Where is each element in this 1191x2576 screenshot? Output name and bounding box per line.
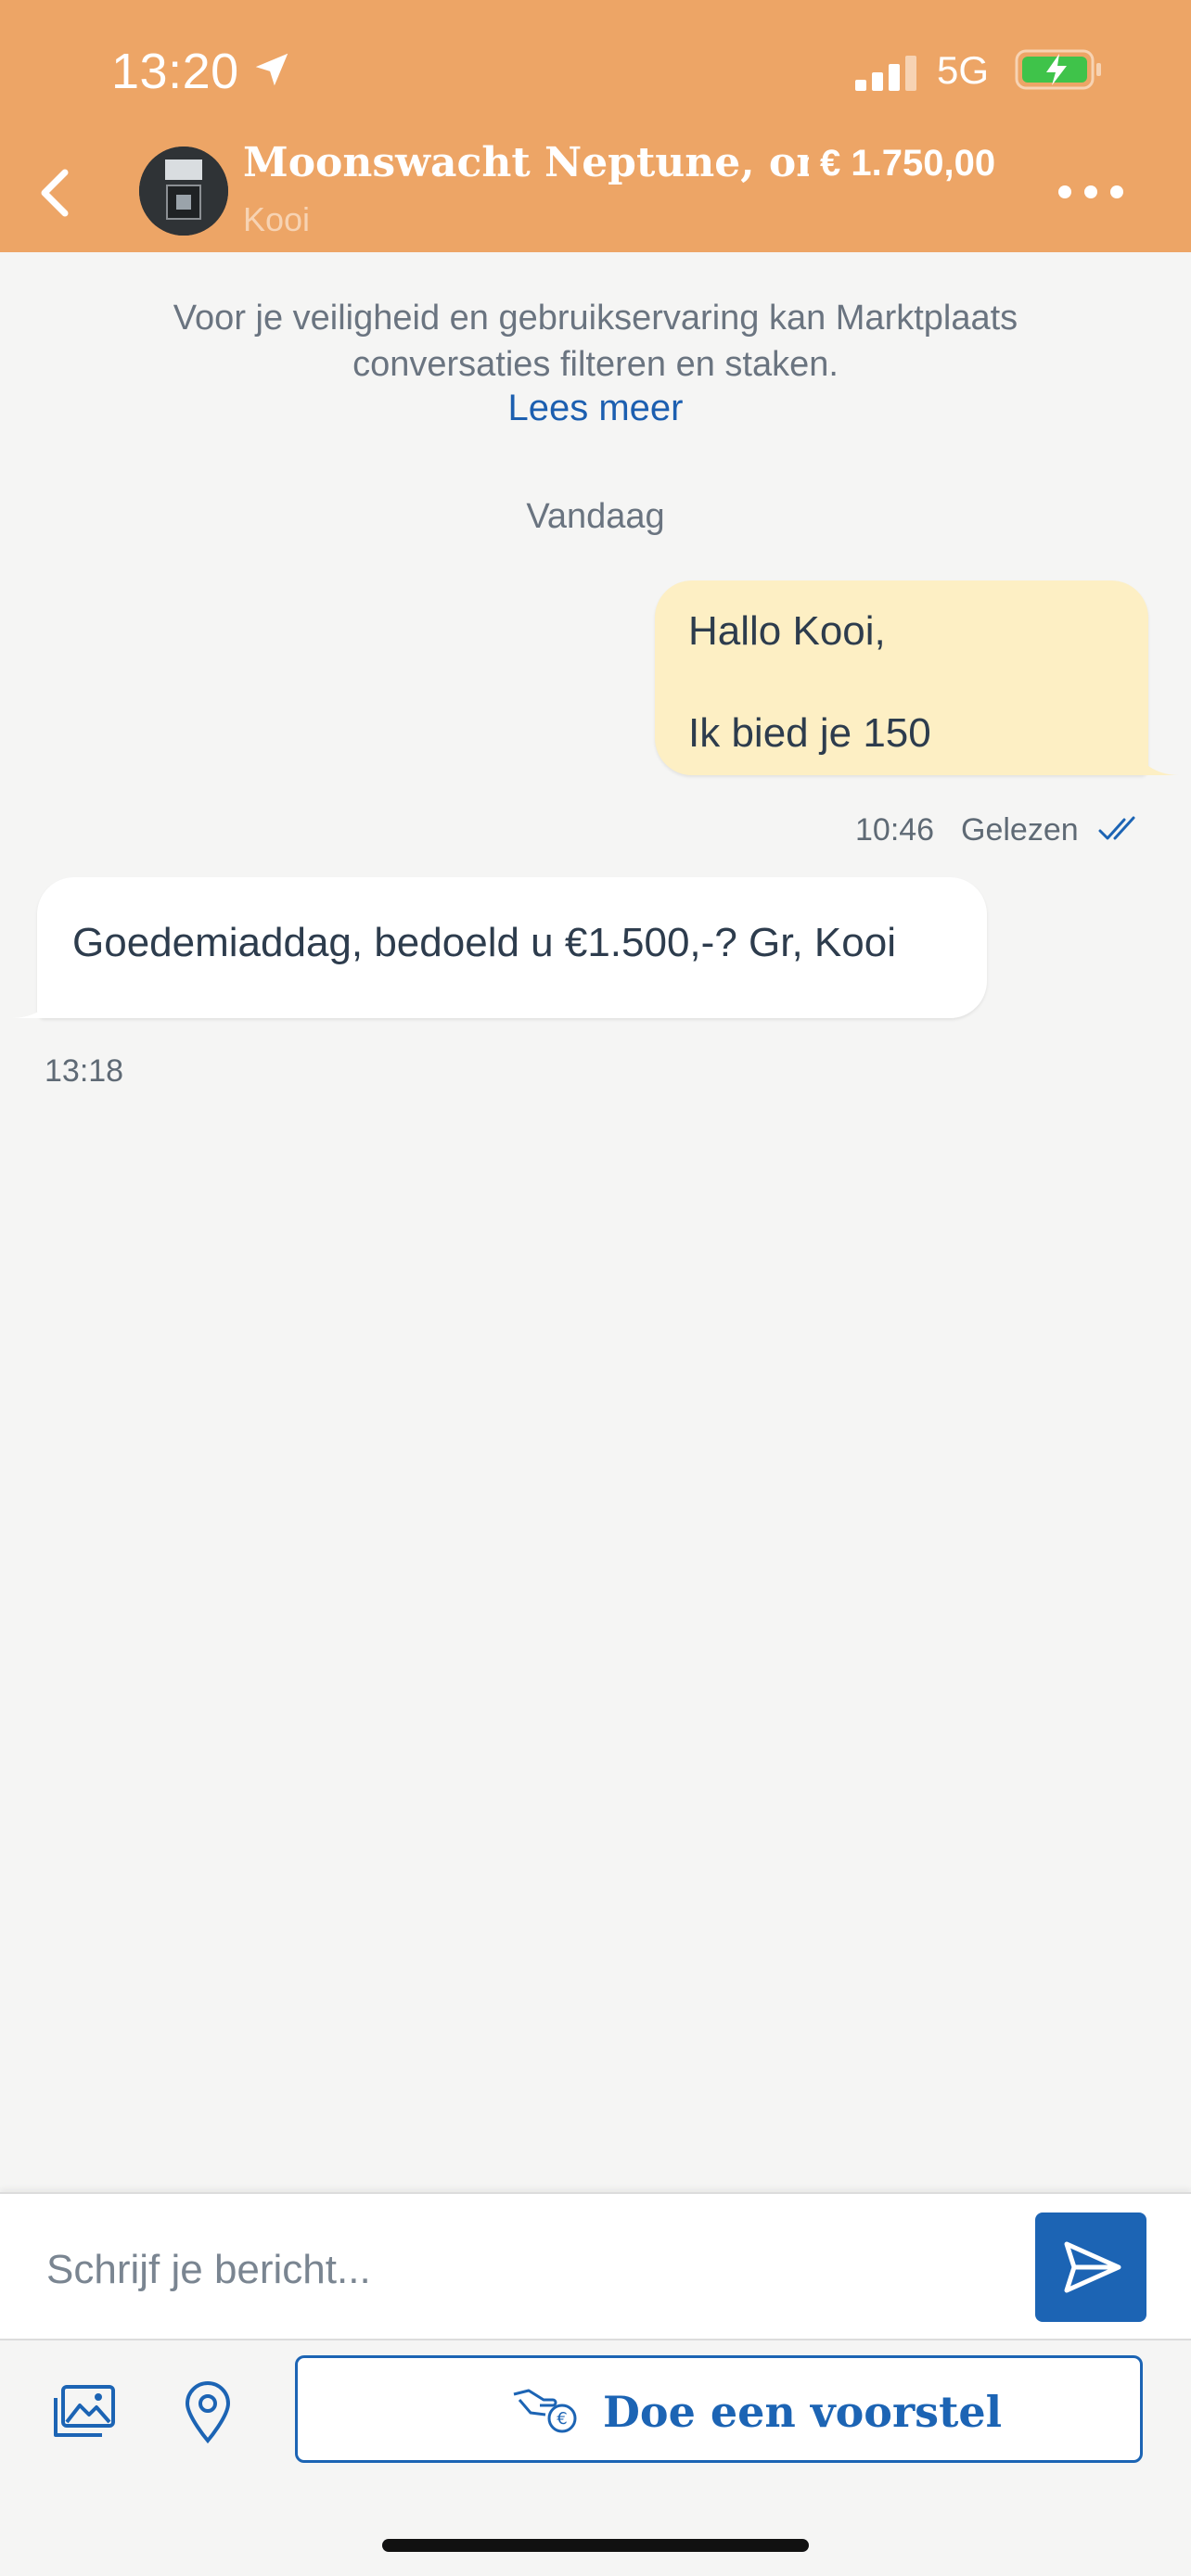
signal-strength-icon [855,56,916,91]
message-input[interactable] [45,2237,1013,2303]
battery-charging-icon [1015,49,1101,90]
location-arrow-icon [255,53,288,86]
more-options-button[interactable] [1054,169,1128,215]
bubble-tail [1133,747,1180,775]
network-type: 5G [937,48,990,92]
incoming-message-text: Goedemiaddag, bedoeld u €1.500,-? Gr, Ko… [72,920,896,965]
message-timestamp: 10:46 [855,812,935,848]
bubble-tail [11,990,58,1018]
safety-notice: Voor je veiligheid en gebruikservaring k… [173,299,1018,384]
listing-thumbnail[interactable] [139,147,228,236]
message-timestamp: 13:18 [45,1053,124,1089]
status-time: 13:20 [111,44,239,99]
outgoing-message-line: Ik bied je 150 [688,710,931,756]
seller-name: Kooi [243,200,311,238]
read-status: Gelezen [961,812,1079,848]
hand-offer-icon: € [513,2389,577,2433]
listing-price: € 1.750,00 [820,143,996,184]
location-pin-icon[interactable] [182,2379,234,2444]
photo-gallery-icon[interactable] [52,2383,117,2441]
listing-title[interactable]: Moonswacht Neptune, ong... [243,139,809,186]
make-offer-label: Doe een voorstel [603,2387,1003,2437]
send-button[interactable] [1035,2213,1146,2322]
date-separator: Vandaag [526,497,665,536]
app-header: 13:20 5G Moonswacht Neptune, ong... Kooi… [0,0,1191,252]
send-icon [1064,2241,1121,2293]
listing-photo-icon [139,147,228,236]
outgoing-message-line: Hallo Kooi, [688,608,886,654]
double-check-icon [1098,816,1135,840]
home-indicator [382,2539,809,2552]
svg-text:€: € [557,2409,567,2429]
back-button[interactable] [28,159,83,226]
read-more-link[interactable]: Lees meer [0,388,1191,429]
